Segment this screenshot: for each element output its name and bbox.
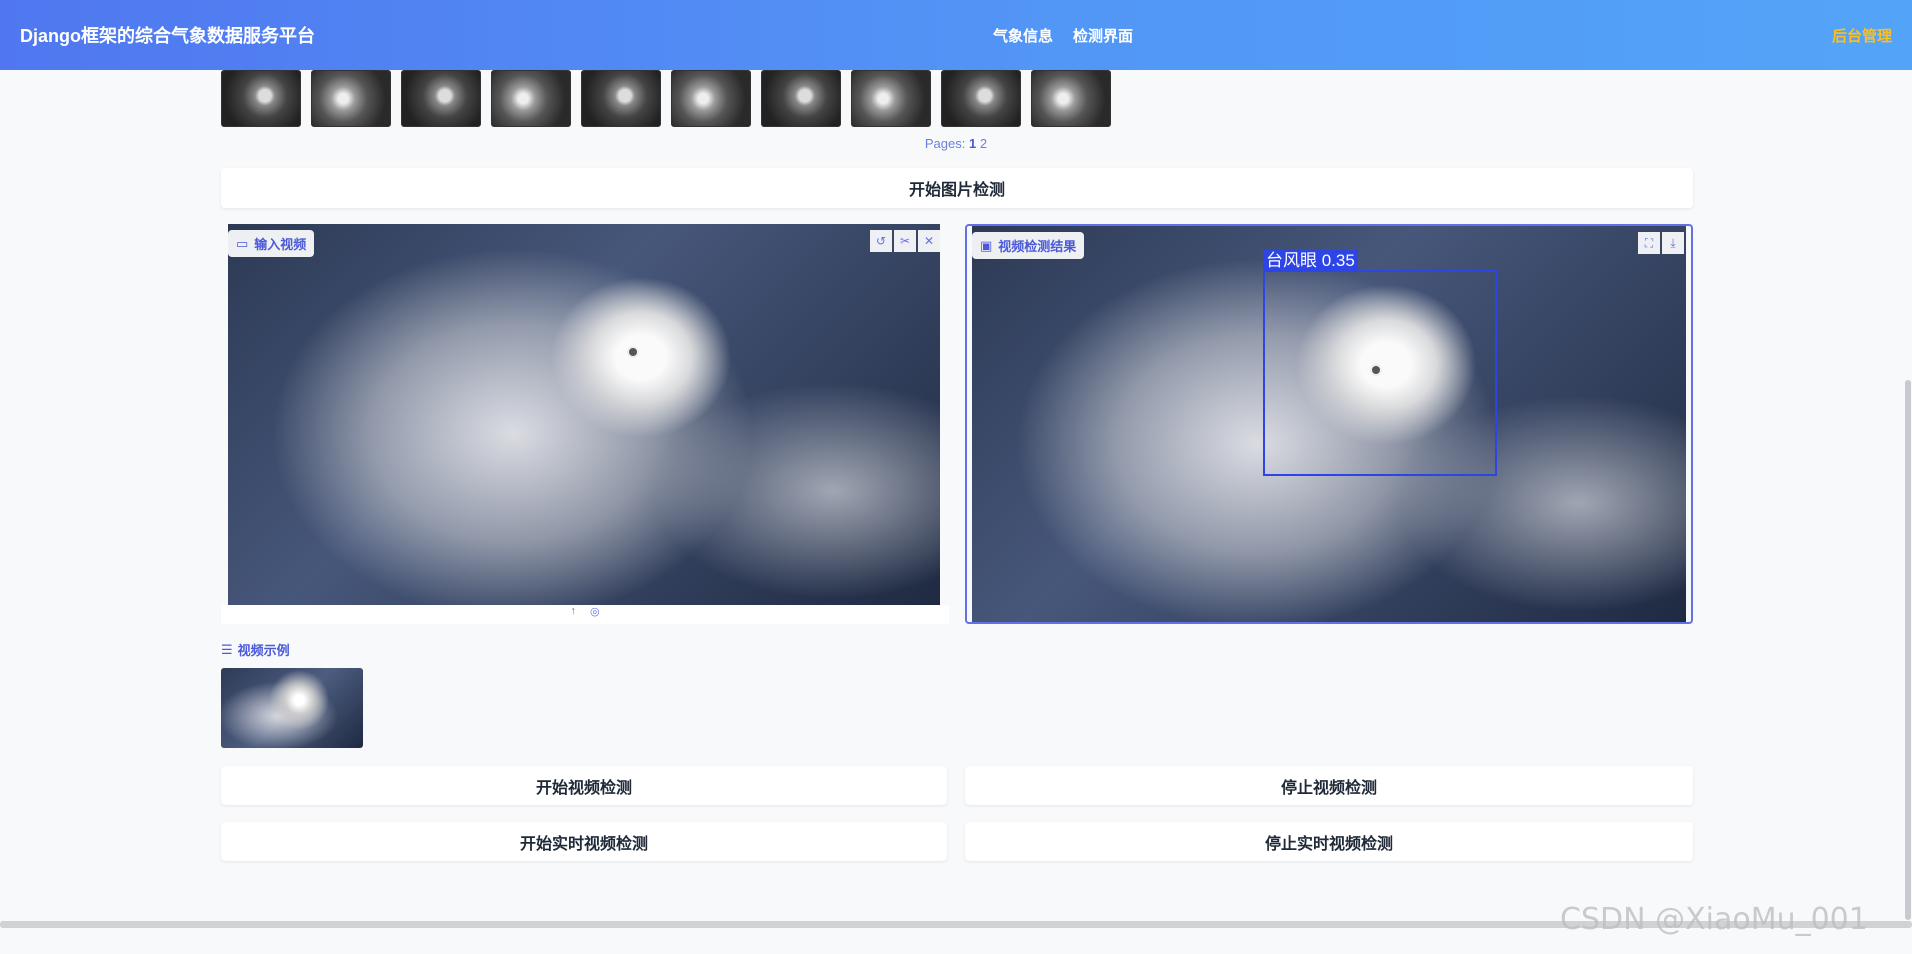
video-examples-header: ☰ 视频示例	[221, 640, 290, 659]
start-realtime-detection-button[interactable]: 开始实时视频检测	[221, 822, 947, 861]
watermark: CSDN @XiaoMu_001	[1560, 902, 1868, 937]
gallery-thumbnail[interactable]	[761, 70, 841, 127]
fullscreen-icon[interactable]: ⛶	[1638, 232, 1660, 254]
scissors-icon[interactable]: ✂	[894, 230, 916, 252]
nav-weather-info[interactable]: 气象信息	[993, 25, 1053, 46]
gallery-thumbnail[interactable]	[1031, 70, 1111, 127]
pagination-label: Pages:	[924, 136, 966, 151]
gallery-thumbnail[interactable]	[491, 70, 571, 127]
gallery-thumbnail[interactable]	[221, 70, 301, 127]
nav-detection[interactable]: 检测界面	[1073, 25, 1133, 46]
page-link-current[interactable]: 1	[969, 136, 976, 151]
input-video-label: 输入视频	[254, 237, 307, 252]
undo-icon[interactable]: ↺	[870, 230, 892, 252]
gallery-thumbnail[interactable]	[311, 70, 391, 127]
input-video-panel: ▭ 输入视频 ↺ ✂ ✕ ↑ ◎	[221, 224, 949, 624]
page-link[interactable]: 2	[980, 136, 987, 151]
video-example-thumbnail[interactable]	[221, 668, 363, 748]
admin-link[interactable]: 后台管理	[1832, 25, 1892, 46]
detection-box	[1263, 270, 1497, 476]
video-icon: ▭	[236, 235, 249, 251]
input-bottom-bar: ↑ ◎	[221, 605, 949, 624]
camera-icon[interactable]: ◎	[590, 605, 600, 624]
input-video-frame	[228, 224, 940, 605]
upload-icon[interactable]: ↑	[570, 605, 576, 624]
result-video-badge: ▣ 视频检测结果	[972, 232, 1085, 259]
image-icon: ▣	[980, 237, 993, 253]
start-video-detection-button[interactable]: 开始视频检测	[221, 766, 947, 805]
detection-label: 台风眼 0.35	[1263, 250, 1358, 272]
image-gallery	[221, 70, 1111, 127]
video-examples-label: 视频示例	[237, 643, 290, 658]
gallery-thumbnail[interactable]	[401, 70, 481, 127]
gallery-thumbnail[interactable]	[851, 70, 931, 127]
typhoon-eye	[627, 346, 639, 358]
vertical-scrollbar[interactable]	[1905, 380, 1911, 920]
stop-realtime-detection-button[interactable]: 停止实时视频检测	[965, 822, 1693, 861]
input-toolbar: ↺ ✂ ✕	[870, 230, 940, 252]
result-video-panel: 台风眼 0.35 ▣ 视频检测结果 ⛶ ⤓	[965, 224, 1693, 624]
stop-video-detection-button[interactable]: 停止视频检测	[965, 766, 1693, 805]
list-icon: ☰	[221, 641, 233, 657]
gallery-thumbnail[interactable]	[671, 70, 751, 127]
input-video-badge: ▭ 输入视频	[228, 230, 315, 257]
main-nav: 气象信息 检测界面	[993, 25, 1133, 46]
download-icon[interactable]: ⤓	[1662, 232, 1684, 254]
gallery-thumbnail[interactable]	[941, 70, 1021, 127]
result-toolbar: ⛶ ⤓	[1638, 232, 1684, 254]
pagination: Pages: 1 2	[0, 136, 1912, 151]
site-brand[interactable]: Django框架的综合气象数据服务平台	[20, 22, 315, 48]
close-icon[interactable]: ✕	[918, 230, 940, 252]
start-image-detection-button[interactable]: 开始图片检测	[221, 168, 1693, 208]
result-video-label: 视频检测结果	[998, 239, 1077, 254]
top-navbar: Django框架的综合气象数据服务平台 气象信息 检测界面 后台管理	[0, 0, 1912, 70]
gallery-thumbnail[interactable]	[581, 70, 661, 127]
